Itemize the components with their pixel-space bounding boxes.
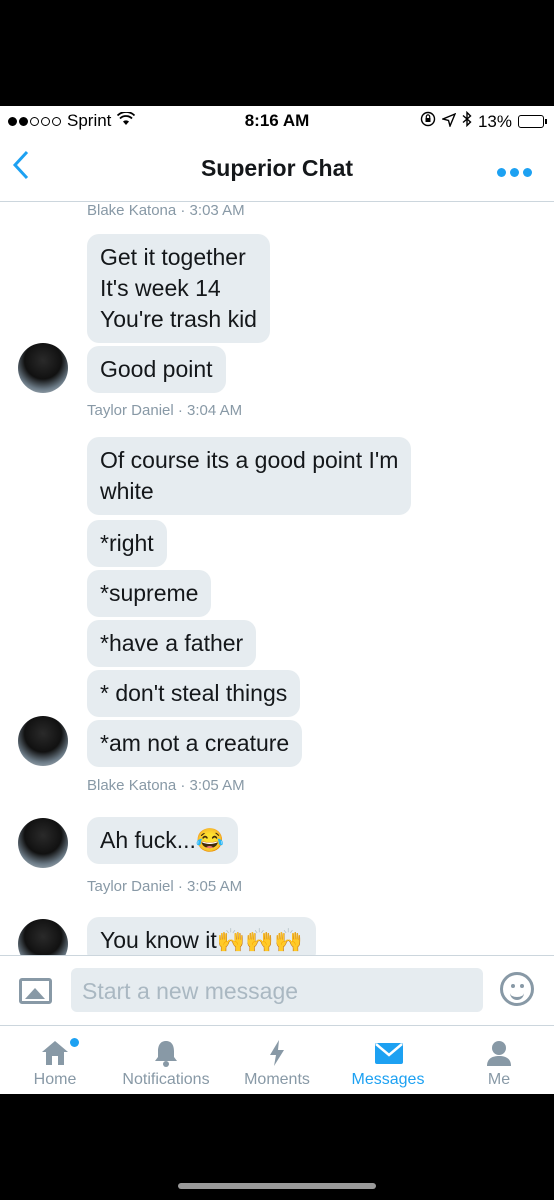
avatar[interactable] xyxy=(18,343,68,393)
message-bubble[interactable]: Ah fuck...😂 xyxy=(87,817,238,864)
home-icon xyxy=(40,1038,70,1068)
message-bubble[interactable]: * don't steal things xyxy=(87,670,301,717)
message-bubble[interactable]: Of course its a good point I'm white xyxy=(87,437,412,515)
message-bubble[interactable]: *right xyxy=(87,520,167,567)
dm-screen: Sprint 8:16 AM 13% Superior Chat Blake K… xyxy=(0,106,554,1094)
avatar[interactable] xyxy=(18,716,68,766)
message-meta: Blake Katona · 3:03 AM xyxy=(87,203,245,219)
message-bubble[interactable]: Good point xyxy=(87,346,226,393)
message-composer: Start a new message xyxy=(0,955,554,1025)
tab-label: Notifications xyxy=(122,1071,210,1088)
tab-home[interactable]: Home xyxy=(0,1026,110,1094)
battery-icon xyxy=(518,115,547,128)
avatar[interactable] xyxy=(18,919,68,955)
home-indicator[interactable] xyxy=(178,1183,376,1189)
bell-icon xyxy=(151,1038,181,1068)
image-icon[interactable] xyxy=(19,978,52,1004)
more-options-icon[interactable] xyxy=(497,168,532,177)
status-right: 13% xyxy=(420,110,547,132)
conversation-header: Superior Chat xyxy=(0,136,554,202)
tab-label: Messages xyxy=(351,1071,425,1088)
orientation-lock-icon xyxy=(420,111,436,132)
person-icon xyxy=(484,1038,514,1068)
message-thread[interactable]: Blake Katona · 3:03 AM Get it together I… xyxy=(0,203,554,955)
emoji-icon[interactable] xyxy=(500,972,534,1006)
tab-me[interactable]: Me xyxy=(444,1026,554,1094)
bluetooth-icon xyxy=(462,110,472,132)
message-bubble[interactable]: Get it together It's week 14 You're tras… xyxy=(87,234,270,343)
status-bar: Sprint 8:16 AM 13% xyxy=(0,106,554,136)
battery-percent: 13% xyxy=(477,111,512,131)
message-input[interactable]: Start a new message xyxy=(71,968,483,1012)
tab-label: Home xyxy=(33,1071,77,1088)
message-meta: Blake Katona · 3:05 AM xyxy=(87,777,245,794)
message-meta: Taylor Daniel · 3:05 AM xyxy=(87,878,243,895)
message-meta: Taylor Daniel · 3:04 AM xyxy=(87,402,243,419)
tab-label: Me xyxy=(487,1071,511,1088)
tab-bar: Home Notifications Moments Messages Me xyxy=(0,1025,554,1094)
message-bubble[interactable]: *am not a creature xyxy=(87,720,303,767)
avatar[interactable] xyxy=(18,818,68,868)
tab-messages[interactable]: Messages xyxy=(333,1026,443,1094)
tab-notifications[interactable]: Notifications xyxy=(111,1026,221,1094)
envelope-icon xyxy=(373,1038,403,1068)
notification-dot xyxy=(70,1038,79,1047)
message-bubble[interactable]: *supreme xyxy=(87,570,212,617)
conversation-title: Superior Chat xyxy=(200,155,354,181)
lightning-icon xyxy=(262,1038,292,1068)
tab-label: Moments xyxy=(244,1071,310,1088)
tab-moments[interactable]: Moments xyxy=(222,1026,332,1094)
message-bubble[interactable]: *have a father xyxy=(87,620,257,667)
message-bubble[interactable]: You know it🙌🙌🙌 xyxy=(87,917,316,955)
location-icon xyxy=(440,112,457,132)
